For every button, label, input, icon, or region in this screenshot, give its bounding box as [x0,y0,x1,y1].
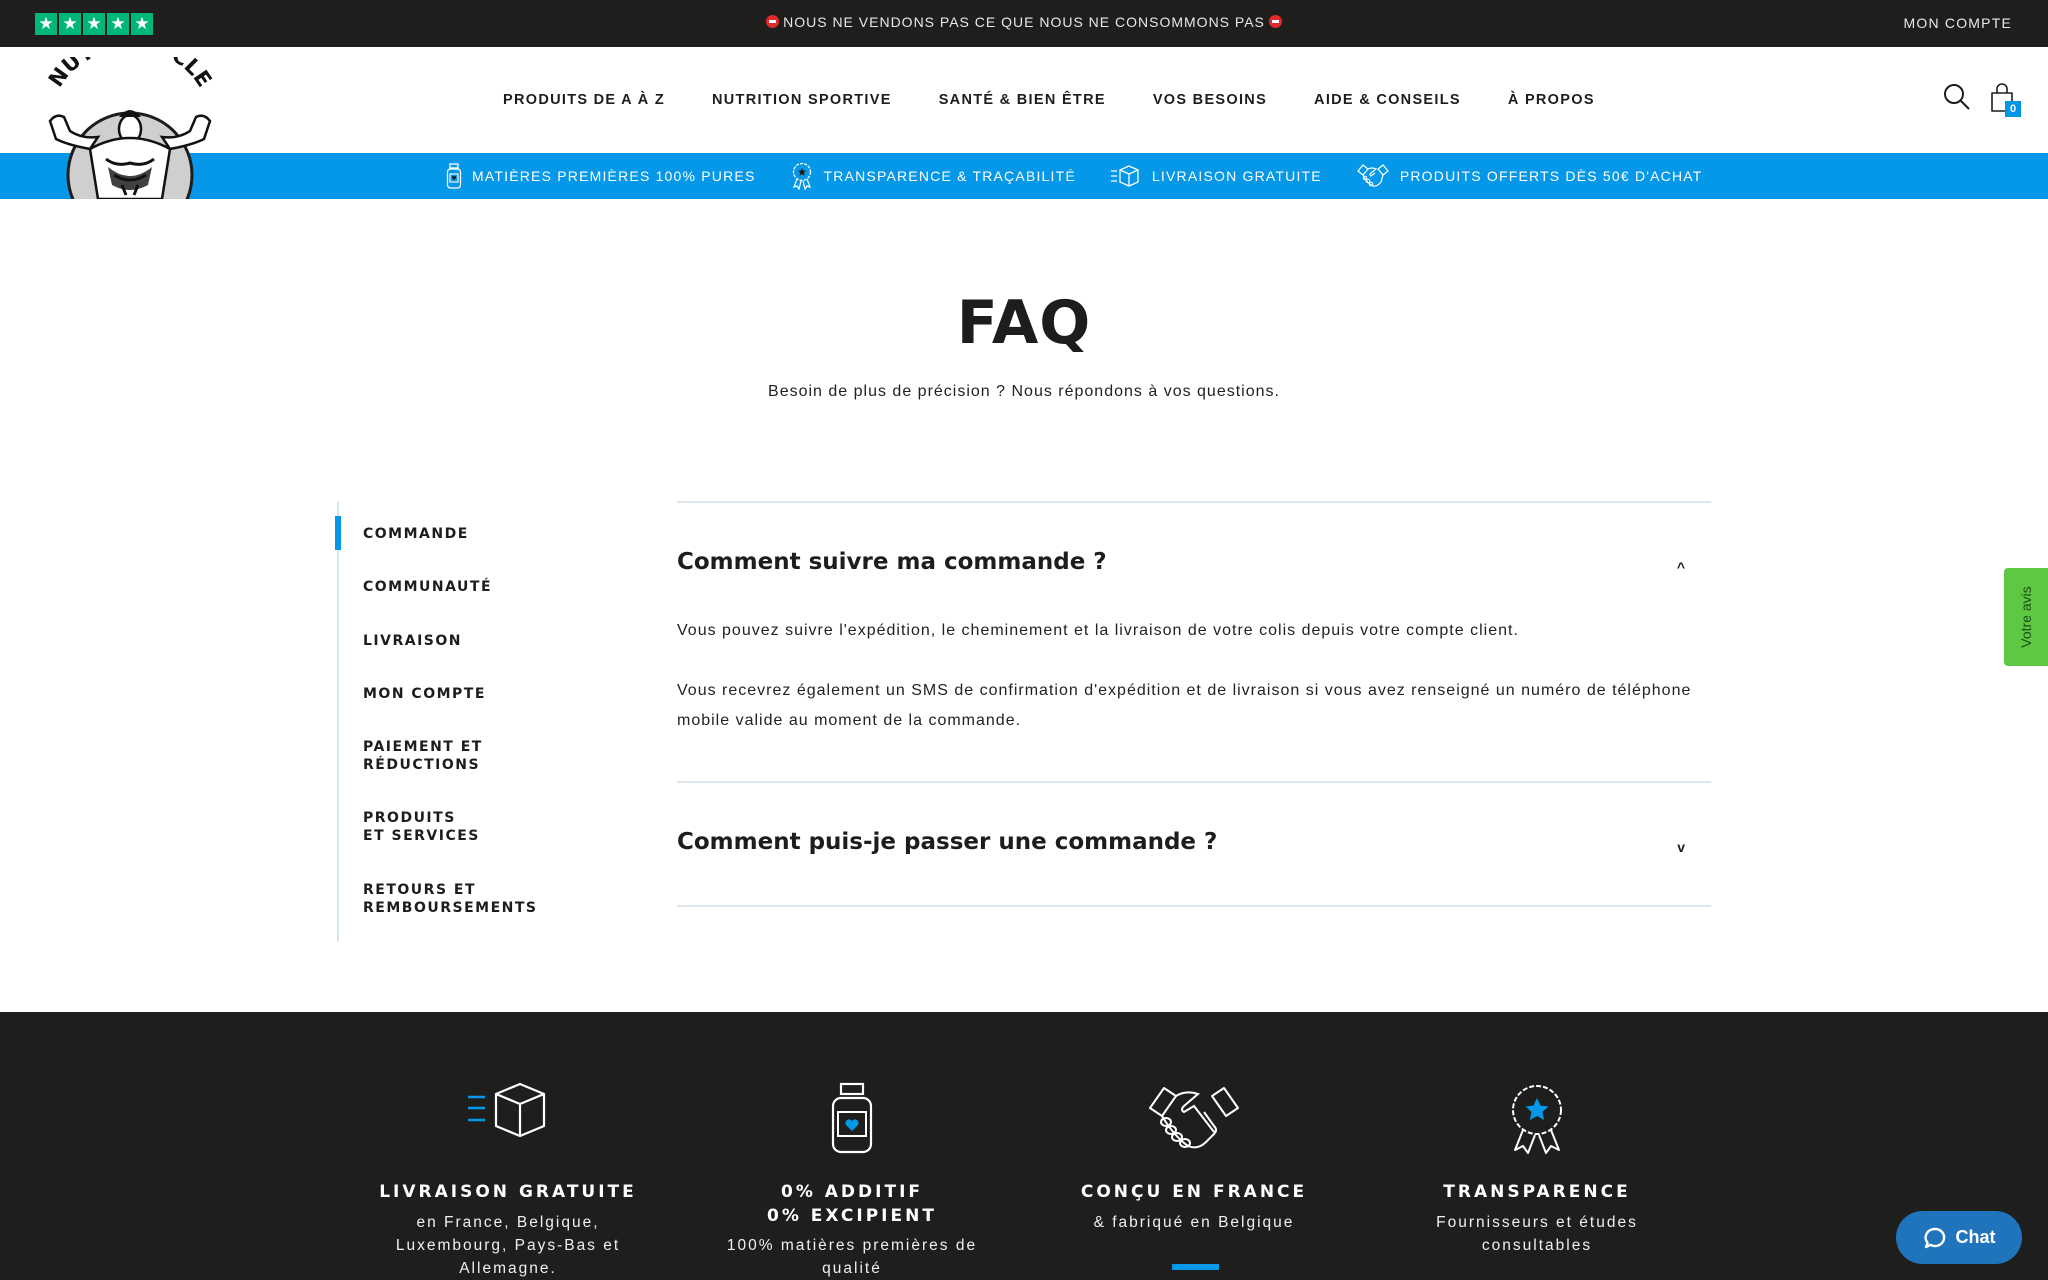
nutrimuscle-logo[interactable]: NUTRIMUSCLE [30,57,230,199]
faq-question-button[interactable]: Comment puis-je passer une commande ? [677,829,1711,855]
carousel-indicator[interactable] [1172,1264,1219,1270]
benefits-bar: MATIÈRES PREMIÈRES 100% PURES TRANSPAREN… [0,153,2048,199]
award-star-icon [1512,1085,1562,1154]
jar-icon [446,163,462,189]
chat-button[interactable]: Chat [1896,1211,2022,1264]
sidebar-item-produits[interactable]: PRODUITS ET SERVICES [363,809,483,845]
nav-item-needs[interactable]: VOS BESOINS [1153,92,1267,108]
chevron-up-icon[interactable]: ^ [1677,559,1685,575]
sidebar-item-retours[interactable]: RETOURS ET REMBOURSEMENTS [363,881,536,917]
nav-item-sports-nutrition[interactable]: NUTRITION SPORTIVE [712,92,892,108]
handshake-icon [1356,164,1389,187]
sidebar-item-paiement[interactable]: PAIEMENT ET RÉDUCTIONS [363,738,483,774]
active-indicator [335,516,341,550]
faq-question: Comment suivre ma commande ? [677,549,1107,575]
benefit-free-products: PRODUITS OFFERTS DÈS 50€ D'ACHAT [1356,163,1703,189]
announcement-text: NOUS NE VENDONS PAS CE QUE NOUS NE CONSO… [783,14,1265,30]
no-entry-icon [1268,15,1282,28]
feature-text: en France, Belgique, Luxembourg, Pays-Ba… [395,1214,621,1277]
chat-label: Chat [1955,1227,1996,1247]
delivery-box-icon [1110,165,1139,187]
faq-answer: Vous pouvez suivre l'expédition, le chem… [677,616,1711,736]
feature-text: & fabriqué en Belgique [1093,1214,1295,1231]
faq-accordion: Comment suivre ma commande ? ^ Vous pouv… [677,501,1711,907]
nav-item-products-a-z[interactable]: PRODUITS DE A À Z [503,92,665,108]
benefit-pure-ingredients: MATIÈRES PREMIÈRES 100% PURES [446,163,756,189]
sidebar-item-mon-compte[interactable]: MON COMPTE [363,685,486,703]
delivery-box-icon [468,1082,546,1138]
top-bar: ★ ★ ★ ★ ★ NOUS NE VENDONS PAS CE QUE NOU… [0,0,2048,47]
nav-item-health[interactable]: SANTÉ & BIEN ÊTRE [939,92,1106,108]
nav-item-about[interactable]: À PROPOS [1508,92,1595,108]
chevron-down-icon[interactable]: v [1677,839,1685,855]
benefit-label: MATIÈRES PREMIÈRES 100% PURES [472,168,756,184]
award-icon [792,162,811,190]
faq-question-button[interactable]: Comment suivre ma commande ? [677,549,1711,575]
feature-title: TRANSPARENCE [1443,1182,1631,1202]
faq-item-collapsed: Comment puis-je passer une commande ? v [677,783,1711,905]
cart-count-badge: 0 [2005,101,2021,117]
page-subtitle: Besoin de plus de précision ? Nous répon… [768,383,1280,400]
search-icon[interactable] [1942,82,1972,112]
feature-text: 100% matières premières de qualité [726,1237,978,1277]
faq-category-sidebar: COMMANDE COMMUNAUTÉ LIVRAISON MON COMPTE… [335,502,537,942]
main-header: PRODUITS DE A À Z NUTRITION SPORTIVE SAN… [0,47,2048,153]
jar-heart-icon [831,1082,873,1154]
chat-bubble-icon [1923,1227,1945,1248]
review-tab[interactable]: Votre avis [2004,568,2048,666]
benefit-label: LIVRAISON GRATUITE [1151,168,1322,184]
faq-question: Comment puis-je passer une commande ? [677,829,1218,855]
faq-answer-paragraph: Vous recevrez également un SMS de confir… [677,682,1692,729]
benefit-free-delivery: LIVRAISON GRATUITE [1110,165,1322,187]
benefit-label: TRANSPARENCE & TRAÇABILITÉ [823,168,1076,184]
feature-title: LIVRAISON GRATUITE [379,1182,637,1202]
account-link[interactable]: MON COMPTE [1904,15,2012,31]
handshake-icon [1149,1087,1239,1149]
nav-item-help[interactable]: AIDE & CONSEILS [1314,92,1461,108]
divider [677,905,1711,907]
page-title: FAQ [956,288,1092,358]
benefit-label: PRODUITS OFFERTS DÈS 50€ D'ACHAT [1399,168,1703,184]
announcement: NOUS NE VENDONS PAS CE QUE NOUS NE CONSO… [0,14,2048,30]
sidebar-item-livraison[interactable]: LIVRAISON [363,632,462,650]
no-entry-icon [766,15,780,28]
feature-text: Fournisseurs et études consultables [1436,1214,1638,1254]
feature-title: 0% ADDITIF 0% EXCIPIENT [767,1182,937,1226]
sidebar-item-commande[interactable]: COMMANDE [363,525,469,543]
footer-features: LIVRAISON GRATUITE en France, Belgique, … [0,1012,2048,1280]
sidebar-item-communaute[interactable]: COMMUNAUTÉ [363,578,492,596]
feature-title: CONÇU EN FRANCE [1080,1182,1308,1202]
review-tab-label: Votre avis [2018,586,2034,648]
faq-answer-paragraph: Vous pouvez suivre l'expédition, le chem… [677,622,1519,639]
benefit-transparency: TRANSPARENCE & TRAÇABILITÉ [790,162,1076,190]
main-nav: PRODUITS DE A À Z NUTRITION SPORTIVE SAN… [503,92,1595,108]
faq-item-expanded: Comment suivre ma commande ? ^ Vous pouv… [677,503,1711,781]
svg-text:NUTRIMUSCLE: NUTRIMUSCLE [44,57,217,91]
